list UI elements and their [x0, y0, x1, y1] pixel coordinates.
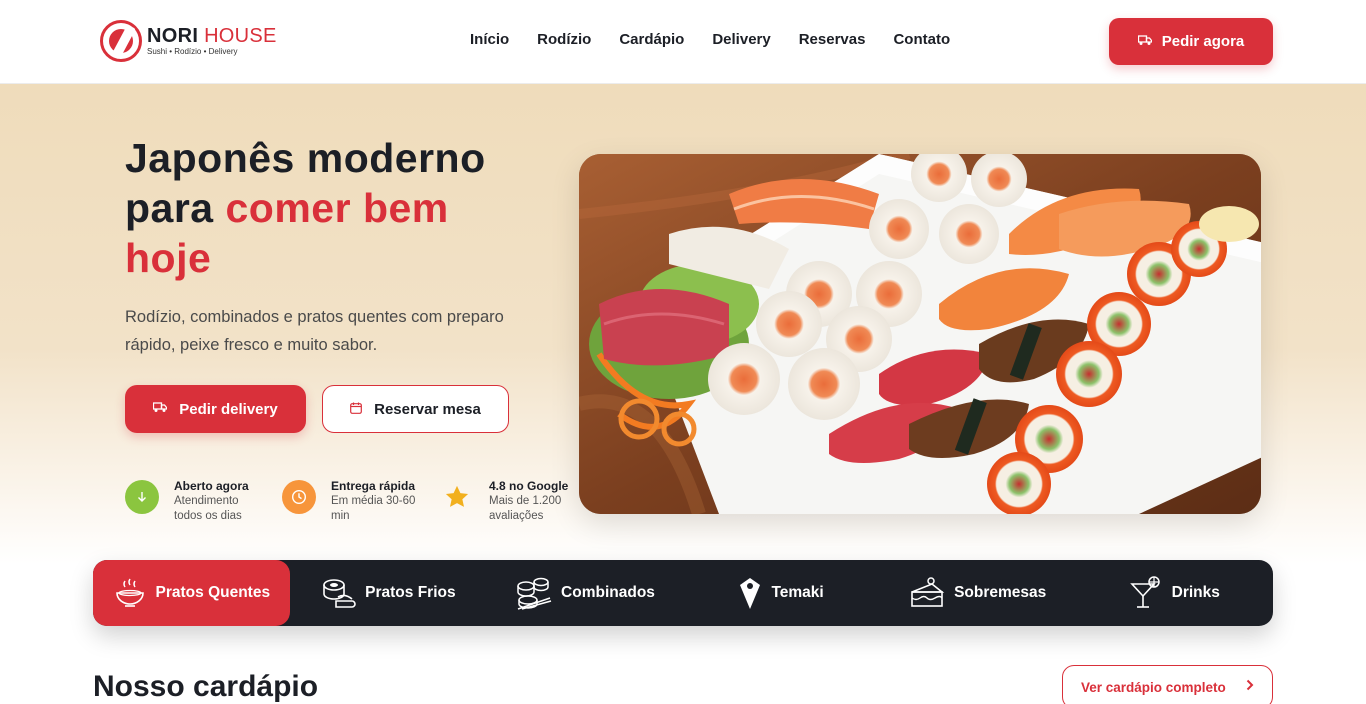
- cocktail-icon: [1129, 576, 1160, 608]
- temaki-icon: [740, 578, 761, 609]
- hero-subtitle: Rodízio, combinados e pratos quentes com…: [125, 308, 504, 354]
- menu-section-title: Nosso cardápio: [93, 670, 319, 703]
- category-drinks[interactable]: Drinks: [1076, 560, 1273, 626]
- sushi-roll-icon: [323, 579, 356, 608]
- arrow-down-icon: [125, 480, 159, 514]
- delivery-truck-icon: [153, 402, 168, 416]
- nav-item-delivery[interactable]: Delivery: [712, 31, 770, 48]
- category-sobremesas[interactable]: Sobremesas: [879, 560, 1076, 626]
- combo-rolls-icon: [517, 577, 552, 610]
- category-combinados[interactable]: Combinados: [486, 560, 683, 626]
- reserve-table-button[interactable]: Reservar mesa: [322, 385, 509, 433]
- cake-icon: [911, 577, 945, 607]
- category-temaki[interactable]: Temaki: [683, 560, 880, 626]
- hot-bowl-icon: [115, 578, 144, 607]
- full-menu-button[interactable]: Ver cardápio completo: [1062, 665, 1273, 704]
- feature-open-now: Aberto agora Atendimento todos os dias: [125, 478, 264, 524]
- order-now-button[interactable]: Pedir agora: [1109, 18, 1273, 65]
- nav-item-inicio[interactable]: Início: [470, 31, 509, 48]
- nav-item-rodizio[interactable]: Rodízio: [537, 31, 591, 48]
- main-nav: Início Rodízio Cardápio Delivery Reserva…: [470, 31, 978, 48]
- site-header: NORI HOUSE Sushi • Rodízio • Delivery In…: [0, 0, 1366, 84]
- hero-title: Japonês moderno para comer bem hoje: [125, 135, 486, 281]
- category-pratos-quentes[interactable]: Pratos Quentes: [93, 560, 290, 626]
- calendar-icon: [350, 402, 363, 417]
- nav-item-cardapio[interactable]: Cardápio: [619, 31, 684, 48]
- clock-icon: [282, 480, 316, 514]
- nav-item-reservas[interactable]: Reservas: [799, 31, 866, 48]
- hero-sushi-image: [579, 154, 1261, 514]
- brand-name: NORI HOUSE: [147, 25, 277, 47]
- star-icon: [440, 480, 474, 514]
- brand-logo[interactable]: NORI HOUSE Sushi • Rodízio • Delivery: [100, 20, 277, 62]
- brand-tagline: Sushi • Rodízio • Delivery: [147, 47, 238, 56]
- logo-icon: [100, 20, 142, 62]
- feature-fast-delivery: Entrega rápida Em média 30-60 min: [282, 478, 421, 524]
- feature-google-rating: 4.8 no Google Mais de 1.200 avaliações: [440, 478, 579, 524]
- delivery-truck-icon: [1137, 34, 1152, 49]
- chevron-right-icon: [1246, 678, 1254, 694]
- nav-item-contato[interactable]: Contato: [893, 31, 950, 48]
- category-bar: Pratos Quentes Pratos Frios Combinados T…: [93, 560, 1273, 626]
- order-delivery-button[interactable]: Pedir delivery: [125, 385, 306, 433]
- category-pratos-frios[interactable]: Pratos Frios: [290, 560, 487, 626]
